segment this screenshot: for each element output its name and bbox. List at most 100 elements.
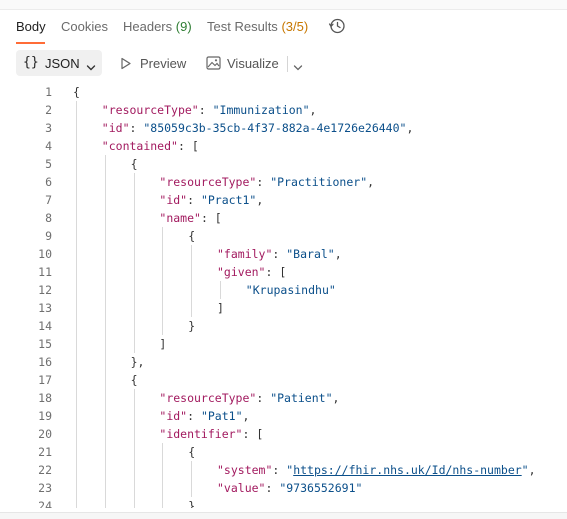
- line-number: 10: [38, 247, 52, 261]
- json-key: "id": [159, 409, 188, 423]
- response-toolbar: {} JSON Preview Visualize: [0, 48, 567, 78]
- visualize-dropdown-button[interactable]: [289, 50, 307, 76]
- json-punctuation: ]: [217, 301, 224, 315]
- code-text: "id": "Pract1",: [159, 191, 263, 209]
- json-string: "Patient": [270, 391, 333, 405]
- test-results-count-badge: (3/5): [281, 19, 309, 34]
- code-line: 4 "contained": [: [0, 137, 567, 155]
- tab-cookies[interactable]: Cookies: [61, 19, 108, 34]
- code-line: 12 "Krupasindhu": [0, 281, 567, 299]
- json-string: "9736552691": [279, 481, 363, 495]
- tab-headers[interactable]: Headers (9): [123, 19, 192, 34]
- code-line: 10 "family": "Baral",: [0, 245, 567, 263]
- line-number: 1: [45, 85, 52, 99]
- json-punctuation: ,: [406, 121, 414, 135]
- line-number: 13: [38, 301, 52, 315]
- json-response-viewer[interactable]: 1{2 "resourceType": "Immunization", 3 "id":…: [0, 83, 567, 508]
- json-key: "contained": [101, 139, 178, 153]
- code-text: ]: [159, 335, 166, 353]
- json-punctuation: :: [129, 121, 144, 135]
- line-number: 11: [38, 265, 52, 279]
- line-number: 12: [38, 283, 52, 297]
- code-text: {: [131, 155, 138, 173]
- line-number: 3: [45, 121, 52, 135]
- json-key: "resourceType": [101, 103, 199, 117]
- line-number: 16: [38, 355, 52, 369]
- json-punctuation: :: [265, 481, 280, 495]
- preview-label: Preview: [140, 56, 187, 71]
- horizontal-scrollbar[interactable]: [0, 512, 567, 519]
- json-key: "id": [101, 121, 130, 135]
- json-punctuation: {: [188, 229, 196, 243]
- json-punctuation: ,: [256, 193, 264, 207]
- json-key: "system": [217, 463, 273, 477]
- code-line: 22 "system": "https://fhir.nhs.uk/Id/nhs-…: [0, 461, 567, 479]
- json-key: "id": [159, 193, 188, 207]
- format-select[interactable]: {} JSON: [16, 50, 102, 76]
- json-key: "family": [217, 247, 273, 261]
- code-text: "family": "Baral",: [217, 245, 342, 263]
- line-number: 18: [38, 391, 52, 405]
- format-select-label: JSON: [45, 56, 80, 71]
- json-punctuation: {: [188, 445, 196, 459]
- code-line: 2 "resourceType": "Immunization",: [0, 101, 567, 119]
- code-text: "id": "Pat1",: [159, 407, 249, 425]
- code-text: "value": "9736552691": [217, 479, 362, 497]
- json-string: "Pract1": [200, 193, 257, 207]
- active-tab-indicator: [16, 42, 45, 44]
- json-punctuation: }: [188, 499, 196, 508]
- json-punctuation: ,: [334, 247, 342, 261]
- tab-test-results[interactable]: Test Results (3/5): [207, 19, 308, 34]
- visualize-button[interactable]: Visualize: [204, 50, 284, 76]
- code-text: "identifier": [: [159, 425, 263, 443]
- json-punctuation: {: [130, 373, 138, 387]
- line-number: 23: [38, 481, 52, 495]
- play-icon: [120, 57, 132, 75]
- history-icon[interactable]: [328, 17, 346, 35]
- json-punctuation: : [: [265, 265, 287, 279]
- line-number: 7: [45, 193, 52, 207]
- code-text: {: [73, 83, 80, 101]
- json-punctuation: :: [187, 409, 201, 423]
- json-punctuation: :: [272, 247, 287, 261]
- code-line: 1{: [0, 83, 567, 101]
- json-key: "resourceType": [159, 391, 257, 405]
- code-line: 18 "resourceType": "Patient",: [0, 389, 567, 407]
- json-url-link[interactable]: https://fhir.nhs.uk/Id/nhs-number: [293, 463, 521, 477]
- json-punctuation: : [: [242, 427, 264, 441]
- response-tabs: Body Cookies Headers (9) Test Results (3…: [0, 10, 567, 44]
- code-line: 15]: [0, 335, 567, 353]
- code-text: "resourceType": "Immunization",: [102, 101, 317, 119]
- line-number: 19: [38, 409, 52, 423]
- line-number: 14: [38, 319, 52, 333]
- line-number: 21: [38, 445, 52, 459]
- code-text: }: [188, 317, 195, 335]
- json-punctuation: :: [187, 193, 201, 207]
- json-string: "Pat1": [200, 409, 243, 423]
- code-line: 14}: [0, 317, 567, 335]
- code-text: }: [188, 497, 195, 508]
- headers-count-badge: (9): [175, 19, 192, 34]
- visualize-label: Visualize: [227, 56, 279, 71]
- preview-button[interactable]: Preview: [118, 50, 190, 76]
- code-text: },: [131, 353, 145, 371]
- code-line: 21 {: [0, 443, 567, 461]
- window-top-strip: [0, 0, 567, 10]
- code-text: {: [188, 443, 195, 461]
- code-line: 3 "id": "85059c3b-35cb-4f37-882a-4e1726e2…: [0, 119, 567, 137]
- line-number: 4: [45, 139, 52, 153]
- json-punctuation: :: [256, 391, 271, 405]
- code-text: "given": [: [217, 263, 286, 281]
- json-punctuation: ,: [309, 103, 317, 117]
- json-key: "value": [217, 481, 266, 495]
- code-line: 8 "name": [: [0, 209, 567, 227]
- line-number: 8: [45, 211, 52, 225]
- code-text: "contained": [: [102, 137, 199, 155]
- code-line: 16},: [0, 353, 567, 371]
- json-punctuation: ]: [159, 337, 167, 351]
- braces-icon: {}: [23, 55, 39, 70]
- json-string: ": [521, 463, 529, 477]
- tab-body[interactable]: Body: [16, 19, 46, 34]
- json-punctuation: :: [272, 463, 287, 477]
- code-line: 5{: [0, 155, 567, 173]
